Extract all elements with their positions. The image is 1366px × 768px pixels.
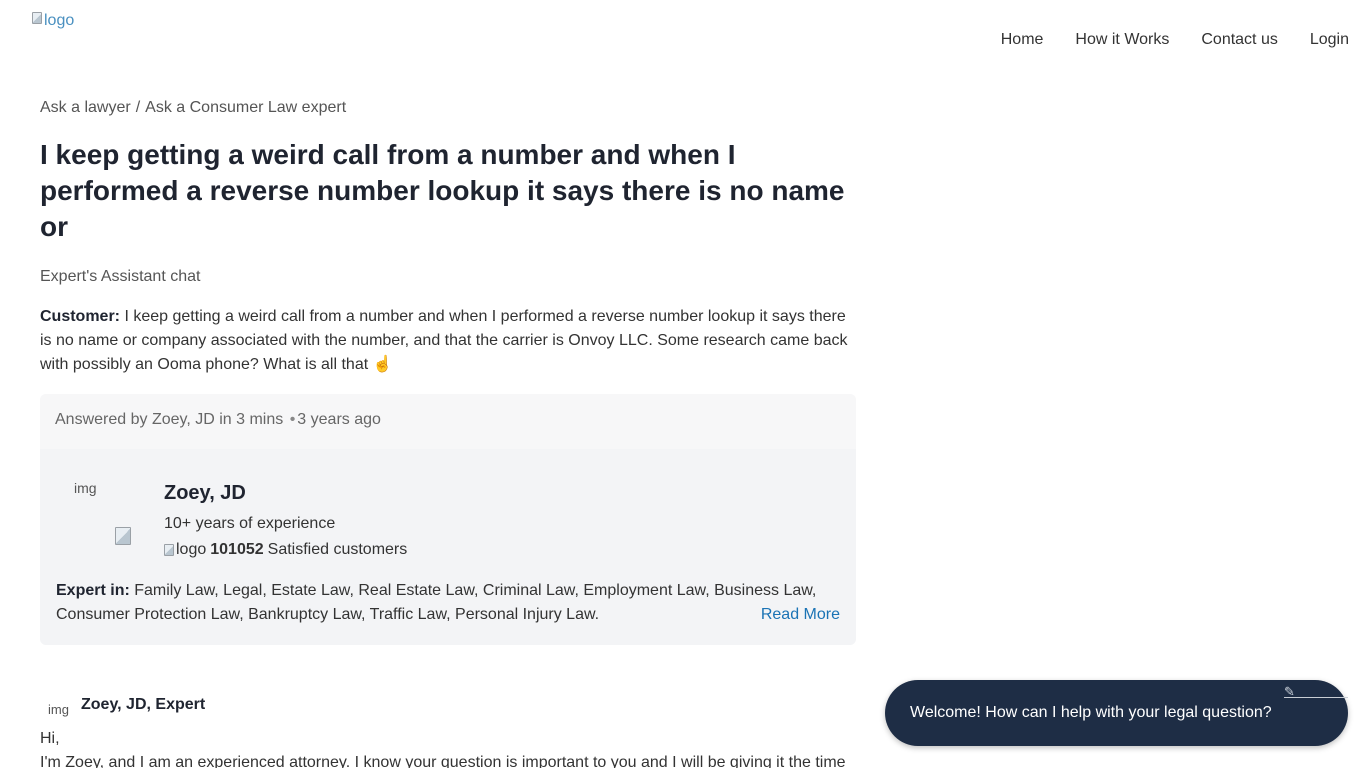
reply-text: I'm Zoey, and I am an experienced attorn… bbox=[40, 754, 846, 768]
expert-experience: 10+ years of experience bbox=[164, 515, 336, 532]
chat-message: Welcome! How can I help with your legal … bbox=[910, 704, 1272, 721]
pen-icon: ✎ bbox=[1284, 684, 1295, 699]
assistant-chat-label: Expert's Assistant chat bbox=[40, 268, 201, 285]
page: logo Home How it Works Contact us Login … bbox=[0, 0, 1366, 768]
reply-greeting: Hi, bbox=[40, 730, 60, 747]
broken-image-icon bbox=[40, 689, 46, 697]
logo-alt-text: logo bbox=[44, 12, 75, 29]
nav-contact-us[interactable]: Contact us bbox=[1201, 30, 1277, 50]
expert-name: Zoey, JD bbox=[164, 482, 246, 504]
broken-image-icon bbox=[66, 484, 72, 492]
satisfied-logo-alt: logo bbox=[176, 541, 207, 558]
broken-image-icon bbox=[32, 12, 42, 24]
breadcrumb-ask-a-lawyer[interactable]: Ask a lawyer bbox=[40, 99, 131, 116]
nav-login[interactable]: Login bbox=[1310, 30, 1349, 50]
top-nav: Home How it Works Contact us Login bbox=[1001, 30, 1349, 50]
breadcrumb-separator: / bbox=[135, 99, 141, 116]
verified-badge-icon bbox=[115, 527, 131, 545]
avatar: img bbox=[40, 689, 70, 721]
read-more-link[interactable]: Read More bbox=[761, 603, 840, 627]
satisfied-customers: logo 101052 Satisfied customers bbox=[164, 539, 407, 561]
reply-body: Hi, I'm Zoey, and I am an experienced at… bbox=[40, 727, 852, 768]
expert-row: img Zoey, JD 10+ years of experience log… bbox=[56, 477, 840, 573]
customer-text: I keep getting a weird call from a numbe… bbox=[40, 308, 848, 373]
broken-image-icon bbox=[164, 544, 174, 556]
chat-close-button[interactable]: ✎ bbox=[1284, 680, 1348, 699]
customer-label: Customer: bbox=[40, 308, 121, 325]
expert-photo-alt: img bbox=[66, 480, 97, 496]
site-logo[interactable]: logo bbox=[32, 12, 74, 30]
expert-in-label: Expert in: bbox=[56, 582, 130, 599]
answer-meta: Answered by Zoey, JD in 3 mins • 3 years … bbox=[40, 394, 856, 449]
reply-author: Zoey, JD, Expert bbox=[81, 696, 206, 713]
avatar-alt-text: img bbox=[48, 702, 69, 717]
question-title: I keep getting a weird call from a numbe… bbox=[40, 139, 845, 242]
expert-profile: img Zoey, JD 10+ years of experience log… bbox=[40, 449, 856, 645]
customer-message: Customer: I keep getting a weird call fr… bbox=[40, 305, 852, 377]
photo-alt-text: img bbox=[74, 480, 97, 496]
expert-in-text: Family Law, Legal, Estate Law, Real Esta… bbox=[56, 582, 817, 623]
expert-photo: img bbox=[56, 477, 164, 573]
nav-how-it-works[interactable]: How it Works bbox=[1075, 30, 1169, 50]
answered-by: Answered by Zoey, JD in 3 mins bbox=[55, 411, 284, 428]
satisfied-count: 101052 bbox=[210, 541, 264, 558]
expert-in: Expert in: Family Law, Legal, Estate Law… bbox=[56, 579, 826, 627]
satisfied-label: Satisfied customers bbox=[267, 541, 408, 558]
answer-time-ago: 3 years ago bbox=[297, 411, 381, 428]
reply-header: img Zoey, JD, Expert bbox=[40, 689, 856, 721]
breadcrumb: Ask a lawyer / Ask a Consumer Law expert bbox=[40, 96, 856, 120]
bullet: • bbox=[289, 411, 296, 428]
chat-welcome-bubble[interactable]: Welcome! How can I help with your legal … bbox=[885, 680, 1348, 746]
answer-card: Answered by Zoey, JD in 3 mins • 3 years … bbox=[40, 394, 856, 645]
main-content: Ask a lawyer / Ask a Consumer Law expert I… bbox=[40, 96, 856, 768]
expert-info: Zoey, JD 10+ years of experience logo 10… bbox=[164, 477, 407, 573]
breadcrumb-consumer-law[interactable]: Ask a Consumer Law expert bbox=[145, 99, 346, 116]
nav-home[interactable]: Home bbox=[1001, 30, 1044, 50]
expert-reply: img Zoey, JD, Expert Hi, I'm Zoey, and I… bbox=[40, 689, 856, 768]
